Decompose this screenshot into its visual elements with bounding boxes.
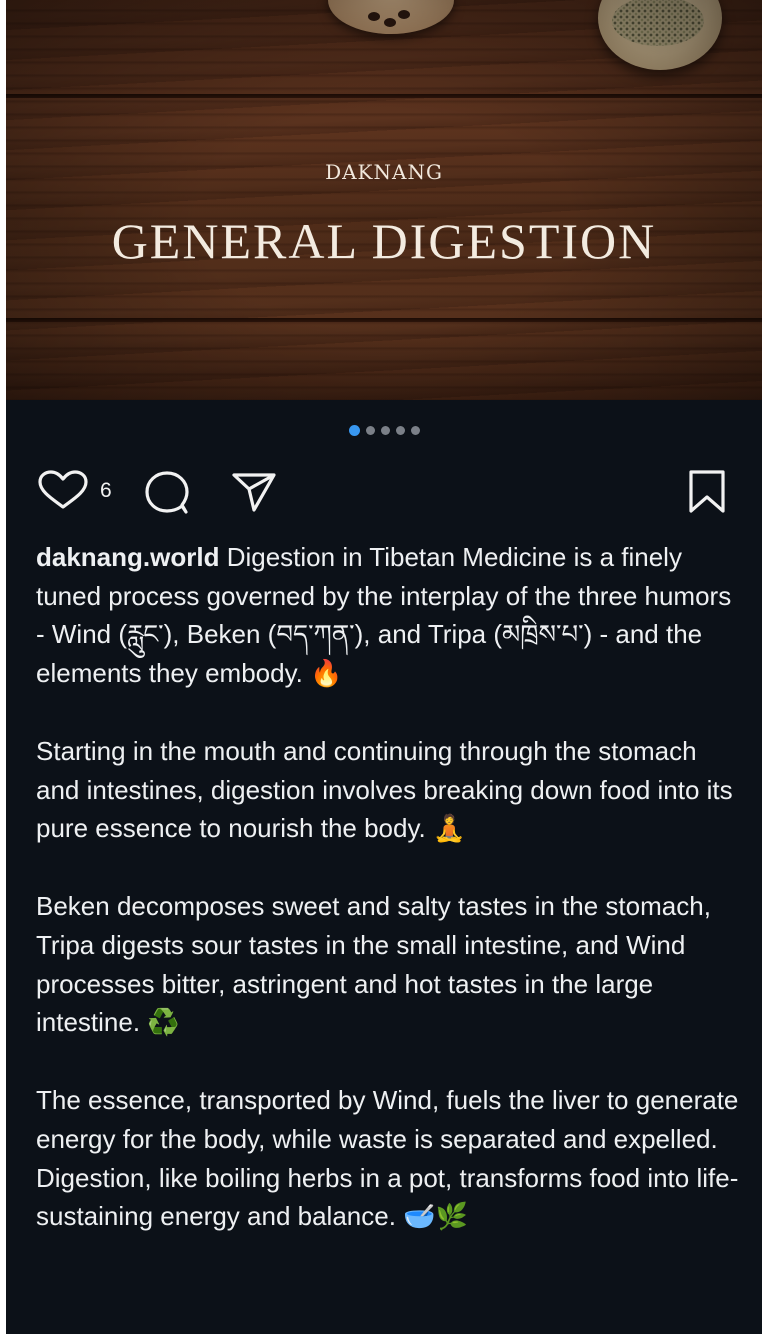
caption-text: Starting in the mouth and continuing thr… [36,735,733,844]
caption-text: The essence, transported by Wind, fuels … [36,1085,739,1232]
meditation-emoji: 🧘 [433,814,466,845]
post-image[interactable]: DAKNANG GENERAL DIGESTION [6,0,762,400]
post-caption: daknang.world Digestion in Tibetan Medic… [36,538,742,1275]
image-title-text: GENERAL DIGESTION [111,213,657,269]
image-brand-text: DAKNANG [325,160,443,184]
caption-paragraph: daknang.world Digestion in Tibetan Medic… [36,538,742,693]
carousel-dot [365,426,375,435]
username-link[interactable]: daknang.world [36,542,219,572]
recycle-emoji: ♻️ [147,1008,180,1039]
caption-paragraph: Beken decomposes sweet and salty tastes … [36,887,742,1042]
carousel-indicator [6,425,762,436]
carousel-dot [410,426,420,435]
comment-icon[interactable] [142,470,192,514]
bowl-herb-emoji: 🥣🌿 [403,1202,468,1233]
fire-emoji: 🔥 [310,658,343,689]
caption-paragraph: Starting in the mouth and continuing thr… [36,732,742,849]
caption-paragraph: The essence, transported by Wind, fuels … [36,1081,742,1236]
like-count[interactable]: 6 [100,479,112,503]
carousel-dot-active [348,425,360,436]
carousel-dot [380,426,390,435]
share-icon[interactable] [230,470,278,514]
post-container: DAKNANG GENERAL DIGESTION 6 daknang.worl… [6,0,762,1334]
action-bar: 6 [36,462,736,518]
heart-icon[interactable] [36,470,90,510]
carousel-dot [395,426,405,435]
bookmark-icon[interactable] [686,469,728,515]
caption-text: Beken decomposes sweet and salty tastes … [36,891,711,1038]
